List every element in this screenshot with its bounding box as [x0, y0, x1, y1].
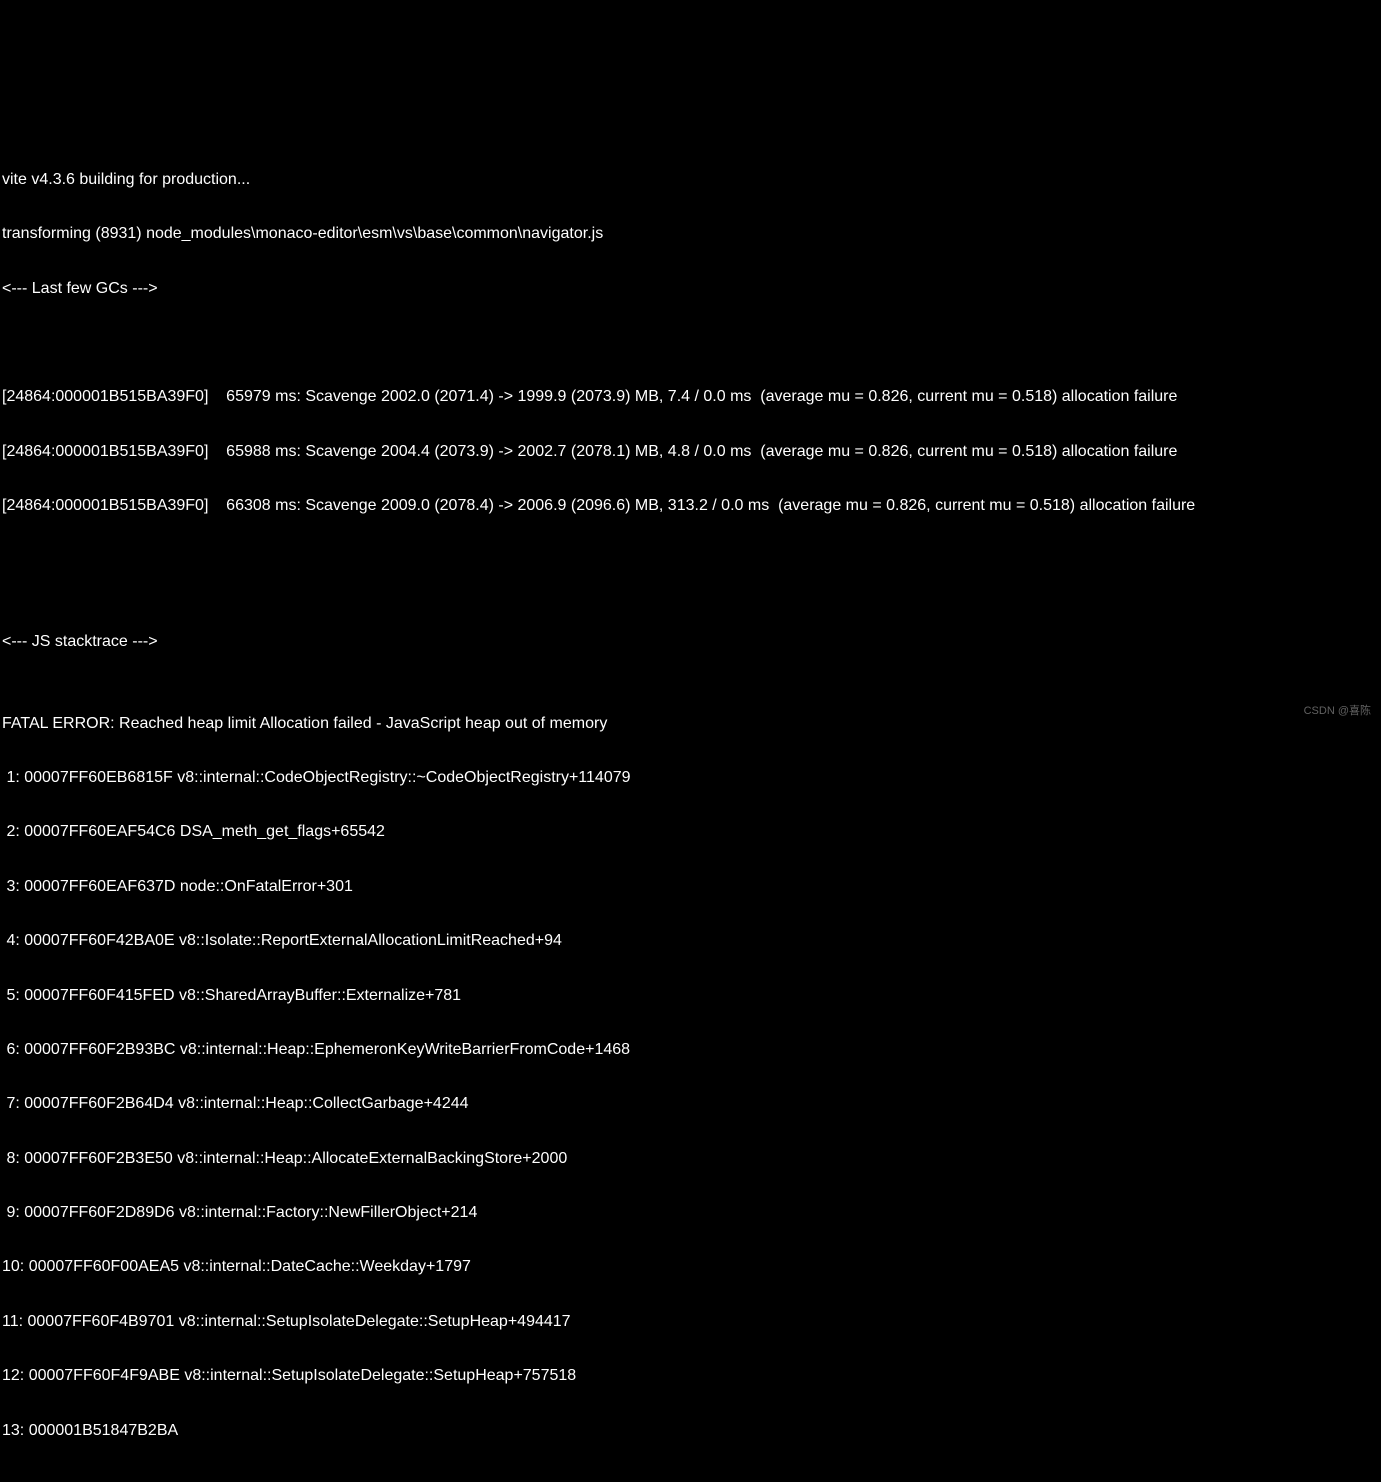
build-status-line: vite v4.3.6 building for production... [2, 166, 1381, 193]
stacktrace-header-line: <--- JS stacktrace ---> [2, 628, 1381, 655]
stackframe-line: 2: 00007FF60EAF54C6 DSA_meth_get_flags+6… [2, 818, 1381, 845]
stackframe-line: 6: 00007FF60F2B93BC v8::internal::Heap::… [2, 1036, 1381, 1063]
watermark-text: CSDN @喜陈 [1304, 702, 1371, 721]
gc-log-line: [24864:000001B515BA39F0] 65988 ms: Scave… [2, 438, 1381, 465]
stackframe-line: 12: 00007FF60F4F9ABE v8::internal::Setup… [2, 1362, 1381, 1389]
fatal-error-line: FATAL ERROR: Reached heap limit Allocati… [2, 710, 1381, 737]
gc-log-line: [24864:000001B515BA39F0] 66308 ms: Scave… [2, 492, 1381, 519]
stackframe-line: 1: 00007FF60EB6815F v8::internal::CodeOb… [2, 764, 1381, 791]
stackframe-line: 13: 000001B51847B2BA [2, 1417, 1381, 1444]
stackframe-line: 5: 00007FF60F415FED v8::SharedArrayBuffe… [2, 982, 1381, 1009]
gc-header-line: <--- Last few GCs ---> [2, 275, 1381, 302]
stackframe-line: 11: 00007FF60F4B9701 v8::internal::Setup… [2, 1308, 1381, 1335]
stackframe-line: 7: 00007FF60F2B64D4 v8::internal::Heap::… [2, 1090, 1381, 1117]
stackframe-line: 9: 00007FF60F2D89D6 v8::internal::Factor… [2, 1199, 1381, 1226]
stackframe-line: 8: 00007FF60F2B3E50 v8::internal::Heap::… [2, 1145, 1381, 1172]
terminal-output: vite v4.3.6 building for production... t… [0, 109, 1381, 1471]
stackframe-line: 3: 00007FF60EAF637D node::OnFatalError+3… [2, 873, 1381, 900]
stackframe-line: 10: 00007FF60F00AEA5 v8::internal::DateC… [2, 1253, 1381, 1280]
gc-log-line: [24864:000001B515BA39F0] 65979 ms: Scave… [2, 383, 1381, 410]
transforming-line: transforming (8931) node_modules\monaco-… [2, 220, 1381, 247]
stackframe-line: 4: 00007FF60F42BA0E v8::Isolate::ReportE… [2, 927, 1381, 954]
